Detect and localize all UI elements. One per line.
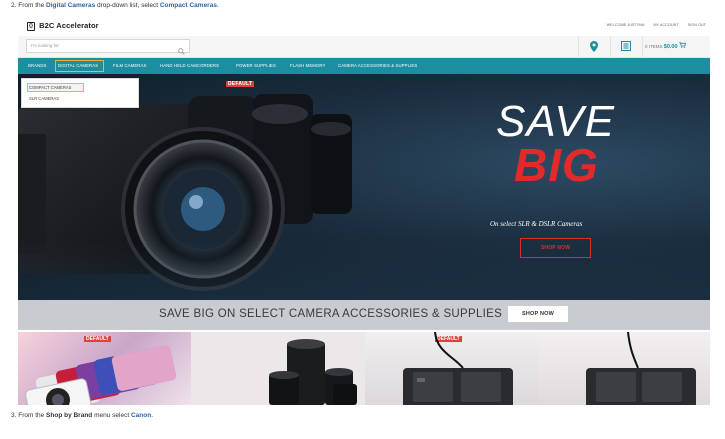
cart-item-count: 0 ITEMS — [645, 44, 663, 49]
promo-text: SAVE BIG ON SELECT CAMERA ACCESSORIES & … — [159, 308, 503, 320]
location-pin-icon — [590, 41, 598, 52]
cart-summary[interactable]: 0 ITEMS $0.00 — [645, 42, 686, 50]
hero-shop-now-button[interactable]: SHOP NOW — [520, 238, 591, 258]
hero-subtitle: On select SLR & DSLR Cameras — [490, 220, 583, 228]
site-logo[interactable]: {} B2C Accelerator — [27, 21, 99, 31]
default-badge: DEFAULT — [226, 81, 255, 87]
dropdown-item-slr-cameras[interactable]: SLR CAMERAS — [29, 96, 59, 101]
step-2-menu-name: Digital Cameras — [46, 2, 96, 9]
nav-digital-cameras[interactable]: DIGITAL CAMERAS — [58, 63, 98, 68]
search-placeholder: I'm looking for — [31, 43, 59, 48]
my-account-link[interactable]: MY ACCOUNT — [653, 23, 678, 27]
promo-banner[interactable]: SAVE BIG ON SELECT CAMERA ACCESSORIES & … — [18, 300, 710, 330]
cart-icon — [678, 42, 686, 48]
cart-amount: $0.00 — [663, 44, 678, 50]
welcome-text: WELCOME JUSTYNA — [606, 23, 645, 27]
top-bar: {} B2C Accelerator WELCOME JUSTYNA MY ACC… — [18, 16, 710, 37]
nav-hand-held-camcorders[interactable]: HAND HELD CAMCORDERS — [160, 63, 219, 68]
tile-battery-charger[interactable]: DEFAULT — [365, 332, 538, 405]
nav-flash-memory[interactable]: FLASH MEMORY — [290, 63, 326, 68]
search-row: I'm looking for 0 ITEMS $0.00 — [18, 36, 710, 58]
main-navigation: BRANDS DIGITAL CAMERAS FILM CAMERAS HAND… — [18, 58, 710, 74]
list-icon — [621, 41, 631, 51]
store-locator-button[interactable] — [578, 36, 610, 57]
sign-out-link[interactable]: SIGN OUT — [688, 23, 706, 27]
tile-compact-cameras[interactable]: DEFAULT — [18, 332, 191, 405]
step-3-menu-name: Shop by Brand — [46, 412, 93, 419]
tile-battery-charger-2[interactable] — [538, 332, 710, 405]
hero-headline-save: SAVE — [496, 97, 615, 146]
account-links: WELCOME JUSTYNA MY ACCOUNT SIGN OUT — [599, 23, 706, 27]
step-3-item-name: Canon — [130, 412, 152, 419]
nav-power-supplies[interactable]: POWER SUPPLIES — [236, 63, 276, 68]
hero-reflection — [18, 240, 710, 300]
nav-brands[interactable]: BRANDS — [28, 63, 47, 68]
nav-film-cameras[interactable]: FILM CAMERAS — [113, 63, 146, 68]
dropdown-item-compact-cameras[interactable]: COMPACT CAMERAS — [29, 85, 71, 90]
step-2-instruction: 2. From the Digital Cameras drop-down li… — [11, 2, 219, 9]
logo-mark-icon: {} — [27, 22, 36, 31]
battery-charger-image — [403, 332, 513, 405]
step-3-instruction: 3. From the Shop by Brand menu select Ca… — [11, 412, 153, 419]
compact-cameras-image — [25, 345, 177, 405]
search-input[interactable]: I'm looking for — [26, 39, 190, 55]
step-2-item-name: Compact Cameras — [159, 2, 217, 9]
digital-cameras-dropdown: COMPACT CAMERAS SLR CAMERAS — [21, 78, 139, 108]
promo-shop-now-button[interactable]: SHOP NOW — [508, 306, 568, 322]
lenses-image — [269, 339, 357, 405]
hero-headline-big: BIG — [514, 139, 599, 191]
tile-lenses[interactable] — [191, 332, 365, 405]
battery-charger-image-2 — [586, 332, 696, 405]
order-form-button[interactable] — [610, 36, 642, 57]
screenshot-frame: {} B2C Accelerator WELCOME JUSTYNA MY ACC… — [18, 16, 710, 405]
nav-camera-accessories[interactable]: CAMERA ACCESSORIES & SUPPLIES — [338, 63, 417, 68]
